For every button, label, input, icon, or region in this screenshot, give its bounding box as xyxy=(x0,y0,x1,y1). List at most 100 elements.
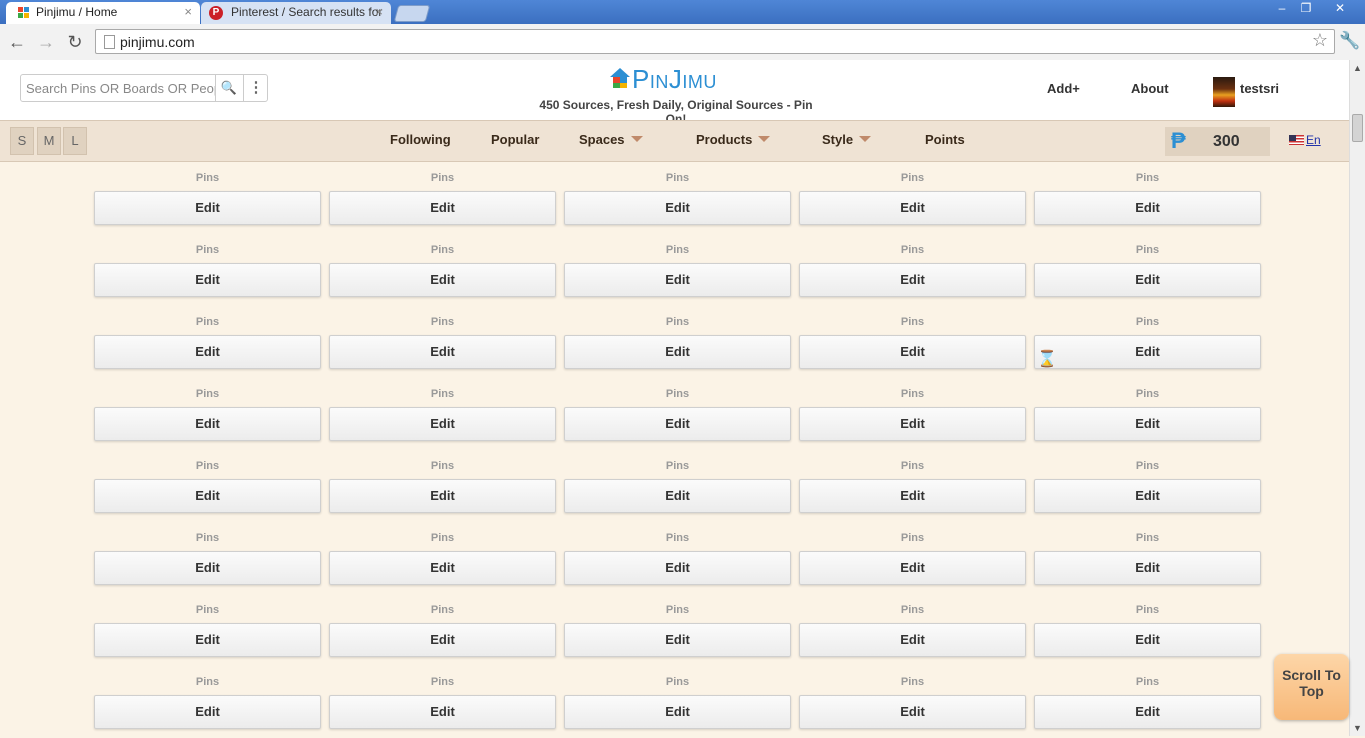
nav-points[interactable]: Points xyxy=(925,132,965,147)
tab-pinjimu[interactable]: Pinjimu / Home × xyxy=(6,2,200,24)
restore-icon[interactable]: ❐ xyxy=(1294,0,1318,16)
edit-button[interactable]: Edit xyxy=(329,335,556,369)
new-tab-button[interactable] xyxy=(393,5,431,22)
pins-label[interactable]: Pins xyxy=(1034,316,1261,328)
edit-button[interactable]: Edit xyxy=(329,623,556,657)
pins-label[interactable]: Pins xyxy=(564,676,791,688)
pins-label[interactable]: Pins xyxy=(94,460,321,472)
avatar[interactable] xyxy=(1213,77,1235,107)
edit-button[interactable]: Edit xyxy=(329,695,556,729)
tab-pinterest[interactable]: P Pinterest / Search results for × xyxy=(201,2,391,24)
edit-button[interactable]: Edit xyxy=(1034,551,1261,585)
edit-button[interactable]: Edit xyxy=(1034,191,1261,225)
edit-button[interactable]: Edit xyxy=(329,479,556,513)
edit-button[interactable]: Edit xyxy=(329,407,556,441)
edit-button[interactable]: Edit xyxy=(799,551,1026,585)
pins-label[interactable]: Pins xyxy=(564,244,791,256)
pins-label[interactable]: Pins xyxy=(329,244,556,256)
wrench-icon[interactable]: 🔧 xyxy=(1339,31,1360,51)
search-icon[interactable]: 🔍 xyxy=(215,75,242,101)
pins-label[interactable]: Pins xyxy=(799,676,1026,688)
username-link[interactable]: testsri xyxy=(1240,81,1279,96)
edit-button[interactable]: Edit xyxy=(564,695,791,729)
edit-button[interactable]: Edit xyxy=(329,263,556,297)
add-link[interactable]: Add+ xyxy=(1047,81,1080,96)
pins-label[interactable]: Pins xyxy=(94,388,321,400)
pins-label[interactable]: Pins xyxy=(1034,676,1261,688)
edit-button[interactable]: Edit xyxy=(94,191,321,225)
pins-label[interactable]: Pins xyxy=(1034,532,1261,544)
edit-button[interactable]: Edit xyxy=(94,335,321,369)
edit-button[interactable]: Edit xyxy=(1034,695,1261,729)
pins-label[interactable]: Pins xyxy=(94,172,321,184)
pins-label[interactable]: Pins xyxy=(799,460,1026,472)
pins-label[interactable]: Pins xyxy=(94,244,321,256)
size-medium-button[interactable]: M xyxy=(37,127,61,155)
size-small-button[interactable]: S xyxy=(10,127,34,155)
edit-button[interactable]: Edit xyxy=(94,407,321,441)
page-scrollbar[interactable]: ▲ ▼ xyxy=(1349,60,1365,736)
edit-button[interactable]: Edit xyxy=(94,695,321,729)
pins-label[interactable]: Pins xyxy=(1034,604,1261,616)
nav-spaces[interactable]: Spaces xyxy=(579,132,643,147)
pins-label[interactable]: Pins xyxy=(329,388,556,400)
more-options-icon[interactable]: ⋮ xyxy=(243,75,268,101)
edit-button[interactable]: Edit xyxy=(799,335,1026,369)
edit-button[interactable]: Edit xyxy=(564,623,791,657)
edit-button[interactable]: Edit xyxy=(94,263,321,297)
address-bar[interactable]: pinjimu.com ☆ xyxy=(95,29,1335,54)
edit-button[interactable]: Edit xyxy=(1034,479,1261,513)
reload-icon[interactable]: ↻ xyxy=(64,31,86,53)
edit-button[interactable]: Edit xyxy=(564,335,791,369)
points-display[interactable]: ₱ 300 xyxy=(1165,127,1270,156)
pins-label[interactable]: Pins xyxy=(564,388,791,400)
scroll-to-top-button[interactable]: Scroll To Top xyxy=(1274,654,1349,720)
scroll-up-arrow-icon[interactable]: ▲ xyxy=(1350,60,1365,76)
pins-label[interactable]: Pins xyxy=(564,172,791,184)
edit-button[interactable]: Edit xyxy=(94,623,321,657)
pins-label[interactable]: Pins xyxy=(329,316,556,328)
edit-button[interactable]: Edit xyxy=(799,695,1026,729)
language-selector[interactable]: En xyxy=(1289,133,1321,147)
star-icon[interactable]: ☆ xyxy=(1312,30,1328,51)
pins-label[interactable]: Pins xyxy=(799,388,1026,400)
pins-label[interactable]: Pins xyxy=(799,604,1026,616)
pins-label[interactable]: Pins xyxy=(1034,460,1261,472)
edit-button[interactable]: Edit xyxy=(94,551,321,585)
edit-button[interactable]: Edit xyxy=(799,623,1026,657)
forward-arrow-icon[interactable]: → xyxy=(35,31,57,53)
edit-button[interactable]: Edit xyxy=(1034,263,1261,297)
pins-label[interactable]: Pins xyxy=(799,172,1026,184)
pins-label[interactable]: Pins xyxy=(564,604,791,616)
scroll-down-arrow-icon[interactable]: ▼ xyxy=(1350,720,1365,736)
edit-button[interactable]: Edit xyxy=(1034,335,1261,369)
pins-label[interactable]: Pins xyxy=(94,316,321,328)
edit-button[interactable]: Edit xyxy=(564,479,791,513)
pins-label[interactable]: Pins xyxy=(329,532,556,544)
tab-close-icon[interactable]: × xyxy=(184,2,192,22)
nav-following[interactable]: Following xyxy=(390,132,451,147)
edit-button[interactable]: Edit xyxy=(329,191,556,225)
edit-button[interactable]: Edit xyxy=(1034,407,1261,441)
edit-button[interactable]: Edit xyxy=(799,479,1026,513)
edit-button[interactable]: Edit xyxy=(329,551,556,585)
pins-label[interactable]: Pins xyxy=(94,604,321,616)
pins-label[interactable]: Pins xyxy=(94,532,321,544)
size-large-button[interactable]: L xyxy=(63,127,87,155)
pins-label[interactable]: Pins xyxy=(564,316,791,328)
edit-button[interactable]: Edit xyxy=(564,263,791,297)
pins-label[interactable]: Pins xyxy=(799,532,1026,544)
scroll-thumb[interactable] xyxy=(1352,114,1363,142)
pins-label[interactable]: Pins xyxy=(1034,244,1261,256)
nav-popular[interactable]: Popular xyxy=(491,132,539,147)
edit-button[interactable]: Edit xyxy=(799,407,1026,441)
pins-label[interactable]: Pins xyxy=(329,604,556,616)
about-link[interactable]: About xyxy=(1131,81,1169,96)
edit-button[interactable]: Edit xyxy=(564,407,791,441)
pins-label[interactable]: Pins xyxy=(799,244,1026,256)
pins-label[interactable]: Pins xyxy=(564,460,791,472)
edit-button[interactable]: Edit xyxy=(564,551,791,585)
pins-label[interactable]: Pins xyxy=(329,172,556,184)
pins-label[interactable]: Pins xyxy=(1034,388,1261,400)
edit-button[interactable]: Edit xyxy=(1034,623,1261,657)
